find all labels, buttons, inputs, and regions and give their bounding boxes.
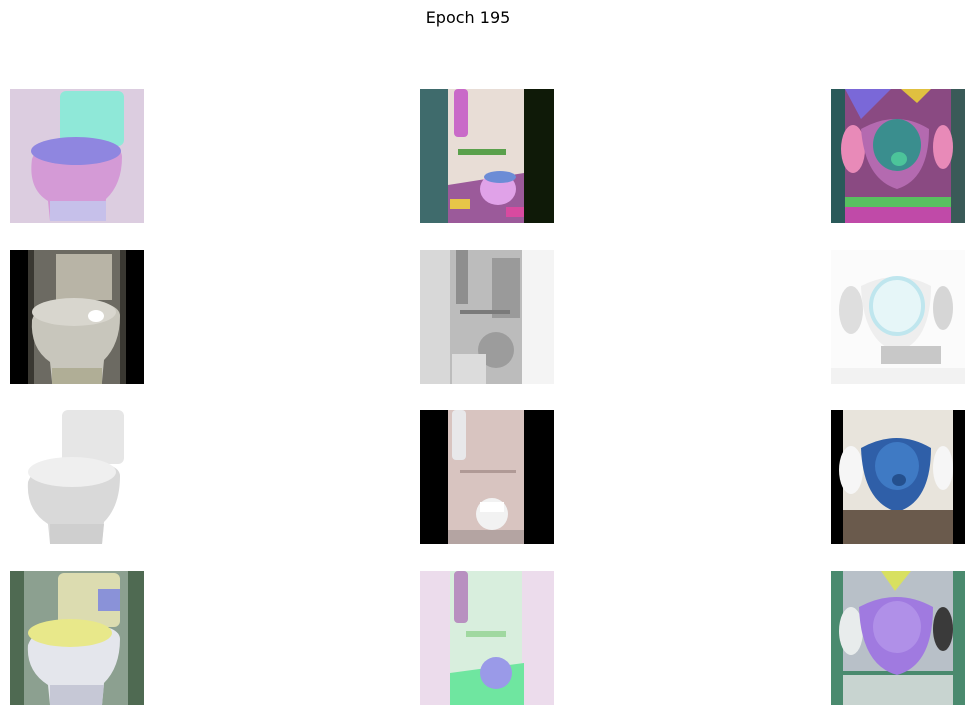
image-tile-toilet-photo-1 — [10, 410, 144, 544]
image-tile-urinal-photo-3 — [831, 410, 965, 544]
image-tile-bathroom-generated-2 — [420, 250, 554, 384]
image-tile-toilet-predmask-1 — [10, 571, 144, 705]
figure-title: Epoch 195 — [425, 8, 511, 27]
image-tile-urinal-predmask-3 — [831, 571, 965, 705]
image-tile-bathroom-predmask-2 — [420, 571, 554, 705]
image-tile-toilet-mask-1 — [10, 89, 144, 223]
image-tile-bathroom-mask-2 — [420, 89, 554, 223]
image-tile-urinal-generated-3 — [831, 250, 965, 384]
image-tile-bathroom-photo-2 — [420, 410, 554, 544]
image-tile-urinal-mask-3 — [831, 89, 965, 223]
image-tile-toilet-generated-1 — [10, 250, 144, 384]
